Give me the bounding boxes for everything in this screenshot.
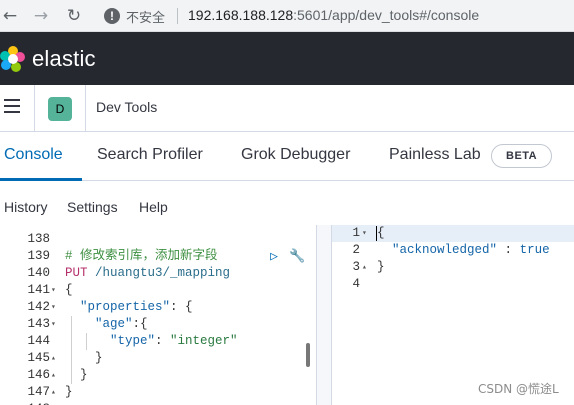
editor-line[interactable]: 140 PUT /huangtu3/_mapping [0, 265, 316, 282]
app-bar: D Dev Tools [0, 85, 574, 132]
editor-line[interactable]: 144 "type": "integer" [0, 333, 316, 350]
play-icon[interactable]: ▷ [266, 249, 282, 265]
line-number: 139 [27, 249, 50, 263]
indent-guide [71, 316, 72, 384]
divider [34, 85, 35, 131]
line-number: 146 [27, 368, 50, 382]
editor-line[interactable]: 147 ▴} [0, 384, 316, 401]
line-number: 141 [27, 283, 50, 297]
console-menu: History Settings Help [0, 181, 574, 225]
warning-icon: ! [104, 8, 120, 24]
history-link[interactable]: History [4, 199, 48, 215]
code-text: "age":{ [95, 317, 148, 331]
line-number: 143 [27, 317, 50, 331]
output-line[interactable]: 3 ▴} [332, 259, 574, 276]
editor-line[interactable]: 148 [0, 401, 316, 405]
editor-line[interactable]: 146 ▴ } [0, 367, 316, 384]
code-text: "type": "integer" [110, 334, 238, 348]
output-line[interactable]: 2 "acknowledged" : true [332, 242, 574, 259]
browser-toolbar: ← → ↻ ! 不安全 192.168.188.128:5601/app/dev… [0, 0, 574, 32]
settings-link[interactable]: Settings [67, 199, 118, 215]
pane-resizer[interactable] [316, 225, 332, 405]
line-number: 1 [352, 226, 360, 240]
line-number: 140 [27, 266, 50, 280]
code-text: PUT /huangtu3/_mapping [65, 266, 231, 280]
url-separator [177, 8, 178, 24]
editor-scrollbar[interactable] [306, 343, 310, 367]
breadcrumb-dev-tools: Dev Tools [96, 99, 158, 115]
fold-toggle-icon[interactable]: ▾ [51, 299, 60, 316]
code-text: { [65, 283, 73, 297]
fold-toggle-icon[interactable]: ▾ [362, 225, 371, 242]
response-output[interactable]: 1 ▾{2 "acknowledged" : true 3 ▴} 4 [332, 225, 574, 405]
url-path: :5601/app/dev_tools#/console [293, 7, 480, 23]
security-label: 不安全 [126, 10, 166, 26]
reload-icon[interactable]: ↻ [64, 6, 84, 26]
wrench-icon[interactable]: 🔧 [289, 249, 305, 265]
line-number: 4 [352, 277, 360, 291]
tab-console[interactable]: Console [4, 146, 63, 164]
line-number: 148 [0, 401, 50, 405]
editor-line[interactable]: 143 ▾ "age":{ [0, 316, 316, 333]
brand-name[interactable]: elastic [32, 46, 96, 72]
output-line[interactable]: 1 ▾ { [332, 225, 574, 242]
code-text: "properties": { [80, 300, 193, 314]
elastic-logo-icon[interactable] [0, 46, 26, 72]
editor-line[interactable]: 138 [0, 231, 316, 248]
url-host: 192.168.188.128 [188, 7, 294, 23]
watermark: CSDN @慌途L [478, 382, 559, 396]
space-avatar[interactable]: D [48, 97, 72, 121]
output-line[interactable]: 4 [332, 276, 574, 293]
text-cursor [376, 226, 377, 241]
forward-arrow-icon[interactable]: → [31, 6, 51, 26]
security-indicator[interactable]: ! 不安全 [104, 7, 166, 26]
code-text: # 修改索引库，添加新字段 [65, 249, 218, 263]
fold-toggle-icon[interactable]: ▴ [51, 367, 60, 384]
indent-guide [86, 333, 87, 350]
beta-badge: BETA [491, 144, 553, 168]
code-text: } [65, 385, 73, 399]
elastic-header: elastic [0, 32, 574, 85]
code-text: "acknowledged" : true [392, 243, 550, 257]
code-text: { [377, 226, 385, 240]
editor-line[interactable]: 141 ▾ { [0, 282, 316, 299]
line-number: 3 [352, 260, 360, 274]
fold-toggle-icon[interactable]: ▾ [51, 316, 60, 333]
tab-painless-lab[interactable]: Painless Lab [389, 146, 481, 164]
tab-grok-debugger[interactable]: Grok Debugger [241, 146, 350, 164]
fold-toggle-icon[interactable]: ▴ [51, 384, 60, 401]
dev-tools-tabs: Console Search Profiler Grok Debugger Pa… [0, 132, 574, 181]
editor-line[interactable]: 142 ▾ "properties": { [0, 299, 316, 316]
request-editor[interactable]: 138 139 # 修改索引库，添加新字段 140 PUT /huangtu3/_map… [0, 225, 316, 405]
divider [85, 85, 86, 131]
line-number: 142 [27, 300, 50, 314]
line-number: 145 [27, 351, 50, 365]
tab-search-profiler[interactable]: Search Profiler [97, 146, 203, 164]
request-actions: ▷ 🔧 [266, 249, 305, 265]
code-text: } [377, 260, 385, 274]
back-arrow-icon[interactable]: ← [0, 6, 20, 26]
line-number: 138 [27, 232, 50, 246]
address-bar[interactable]: 192.168.188.128:5601/app/dev_tools#/cons… [188, 7, 479, 23]
code-text: } [65, 368, 88, 382]
line-number: 144 [27, 334, 50, 348]
fold-toggle-icon[interactable]: ▾ [51, 282, 60, 299]
line-number: 147 [27, 385, 50, 399]
fold-toggle-icon[interactable]: ▴ [362, 259, 371, 276]
line-number: 2 [352, 243, 360, 257]
help-link[interactable]: Help [139, 199, 168, 215]
editor-line[interactable]: 145 ▴ } [0, 350, 316, 367]
menu-icon[interactable] [4, 99, 20, 115]
fold-toggle-icon[interactable]: ▴ [51, 350, 60, 367]
